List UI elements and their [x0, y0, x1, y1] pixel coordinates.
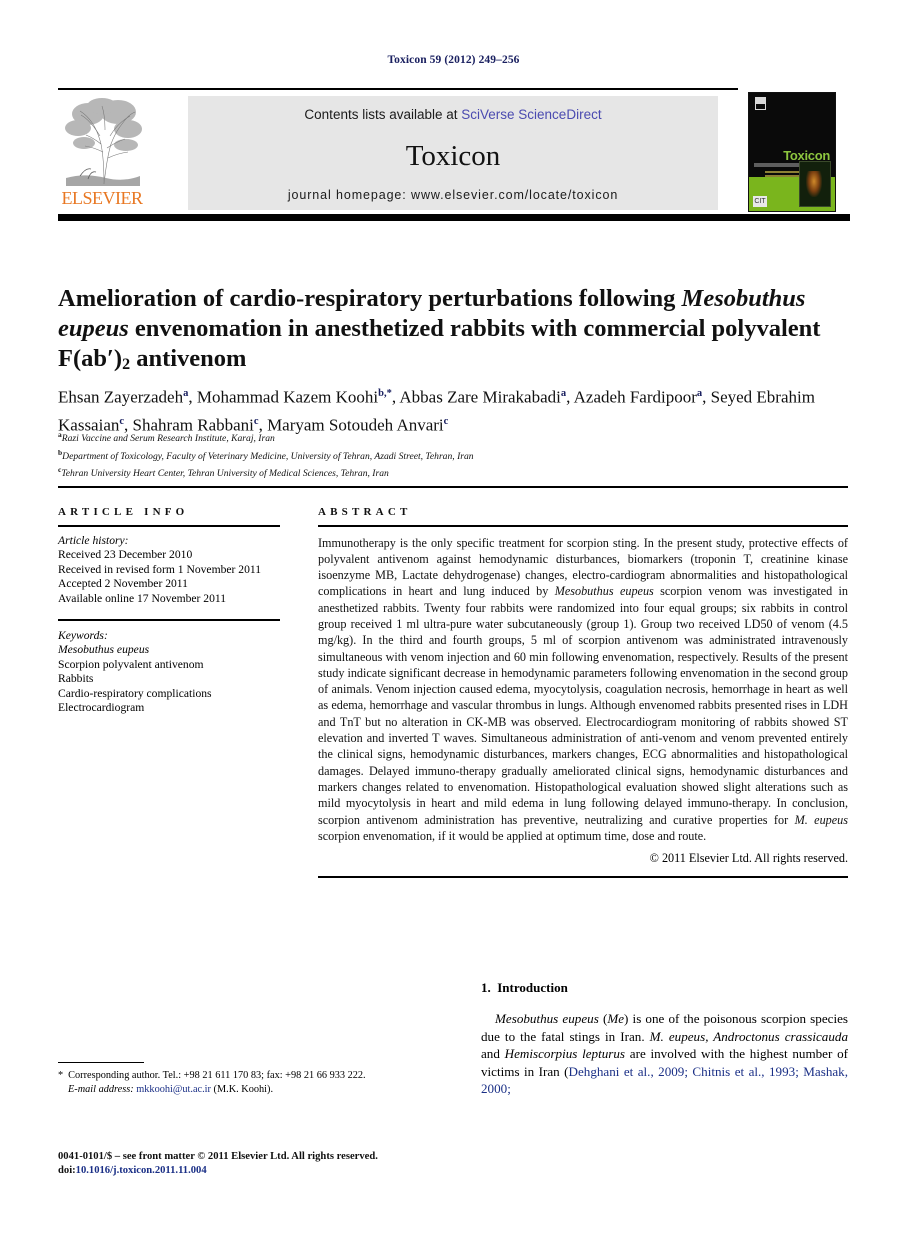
author-sep: ,	[566, 387, 574, 407]
author-sep: ,	[702, 387, 711, 407]
keyword-item: Rabbits	[58, 672, 94, 685]
abstract-segment-3: scorpion envenomation, if it would be ap…	[318, 828, 707, 843]
abstract-text: Immunotherapy is the only specific treat…	[318, 535, 848, 845]
elsevier-logo: ELSEVIER	[58, 96, 146, 210]
doi-label: doi:	[58, 1165, 76, 1176]
author-affil-mark: b,*	[378, 388, 392, 399]
author-name: Azadeh Fardipoor	[573, 387, 697, 407]
corresponding-author-footnote: * Corresponding author. Tel.: +98 21 611 …	[58, 1062, 448, 1096]
article-info-column: ARTICLE INFO Article history: Received 2…	[58, 506, 280, 716]
intro-species-1: Mesobuthus eupeus	[495, 1011, 599, 1026]
page-title: Amelioration of cardio-respiratory pertu…	[58, 284, 848, 380]
journal-cover-thumbnail: Toxicon CIT	[748, 92, 836, 212]
affiliation-text: Razi Vaccine and Serum Research Institut…	[61, 433, 275, 445]
footnote-email-owner: (M.K. Koohi).	[213, 1083, 274, 1095]
keyword-item: Electrocardiogram	[58, 701, 145, 714]
introduction-section: 1. Introduction Mesobuthus eupeus (Me) i…	[481, 980, 848, 1098]
author-affil-mark: c	[443, 415, 449, 427]
section-divider-rule	[58, 486, 848, 488]
masthead-bottom-rule	[58, 214, 850, 221]
author-name: Abbas Zare Mirakabadi	[399, 387, 561, 407]
article-history-item: Available online 17 November 2011	[58, 591, 227, 605]
running-head: Toxicon 59 (2012) 249–256	[387, 54, 520, 66]
keyword-item: Mesobuthus eupeus	[58, 643, 150, 656]
keyword-item: Scorpion polyvalent antivenom	[58, 657, 204, 671]
cover-badge: CIT	[753, 196, 767, 207]
author-name: Mohammad Kazem Koohi	[196, 387, 379, 407]
doi-link[interactable]: 10.1016/j.toxicon.2011.11.004	[76, 1165, 207, 1176]
article-history-item: Received in revised form 1 November 2011	[58, 562, 262, 576]
paper-page: Toxicon 59 (2012) 249–256 ELSEVIER Conte…	[0, 0, 907, 1238]
affiliation-item: aRazi Vaccine and Serum Research Institu…	[58, 428, 858, 446]
intro-species-2: M. eupeus, Androctonus crassicauda	[649, 1028, 848, 1044]
cover-emblem-icon	[755, 97, 766, 110]
elsevier-wordmark: ELSEVIER	[61, 188, 144, 208]
footnote-corresponding-line: * Corresponding author. Tel.: +98 21 611 …	[58, 1069, 448, 1082]
title-segment-3: )	[113, 345, 123, 373]
intro-abbrev: Me	[607, 1011, 625, 1026]
affiliation-list: aRazi Vaccine and Serum Research Institu…	[58, 428, 858, 481]
keywords-rule	[58, 619, 280, 621]
contents-available-line: Contents lists available at SciVerse Sci…	[188, 107, 718, 122]
footnote-star-mark: *	[58, 1070, 64, 1082]
title-segment-4: antivenom	[130, 345, 247, 373]
footnote-email-label: E-mail address:	[68, 1083, 134, 1095]
keyword-item: Cardio-respiratory complications	[58, 686, 212, 700]
affiliation-text: Department of Toxicology, Faculty of Vet…	[62, 450, 474, 462]
imprint-doi-line: doi:10.1016/j.toxicon.2011.11.004	[58, 1164, 478, 1178]
title-prime: ′	[107, 345, 114, 373]
abstract-species-1: Mesobuthus eupeus	[554, 584, 654, 599]
elsevier-tree-icon	[60, 96, 144, 186]
affiliation-text: Tehran University Heart Center, Tehran U…	[61, 468, 389, 480]
abstract-rule	[318, 525, 848, 527]
article-history-item: Accepted 2 November 2011	[58, 577, 188, 590]
article-history-item: Received 23 December 2010	[58, 548, 193, 561]
footnote-corresponding-text: Corresponding author. Tel.: +98 21 611 1…	[68, 1070, 366, 1082]
footnote-rule	[58, 1062, 144, 1064]
journal-homepage-link[interactable]: journal homepage: www.elsevier.com/locat…	[188, 188, 718, 202]
title-segment-1: Amelioration of cardio-respiratory pertu…	[58, 285, 682, 313]
footnote-email-line: E-mail address: mkkoohi@ut.ac.ir (M.K. K…	[58, 1083, 448, 1096]
journal-title: Toxicon	[405, 140, 501, 172]
abstract-species-2: M. eupeus	[794, 812, 849, 827]
abstract-heading: ABSTRACT	[318, 506, 412, 518]
intro-species-3: Hemiscorpius lepturus	[504, 1046, 626, 1062]
introduction-heading-text: Introduction	[497, 980, 568, 995]
keywords-block: Keywords: Mesobuthus eupeus Scorpion pol…	[58, 629, 280, 716]
article-info-rule	[58, 525, 280, 527]
article-history-label: Article history:	[58, 533, 129, 547]
article-history-block: Article history: Received 23 December 20…	[58, 534, 280, 607]
introduction-paragraph: Mesobuthus eupeus (Me) is one of the poi…	[481, 1010, 848, 1098]
masthead-top-rule	[58, 88, 738, 90]
article-info-heading: ARTICLE INFO	[58, 506, 189, 518]
imprint-block: 0041-0101/$ – see front matter © 2011 El…	[58, 1150, 478, 1178]
footnote-email-link[interactable]: mkkoohi@ut.ac.ir	[136, 1084, 211, 1095]
affiliation-item: bDepartment of Toxicology, Faculty of Ve…	[58, 446, 858, 464]
abstract-copyright: © 2011 Elsevier Ltd. All rights reserved…	[649, 851, 848, 866]
abstract-bottom-rule	[318, 876, 848, 878]
introduction-number: 1.	[481, 980, 491, 995]
abstract-segment-2: scorpion venom was investigated in anest…	[318, 584, 849, 827]
contents-prefix: Contents lists available at	[304, 107, 462, 122]
author-name: Ehsan Zayerzadeh	[58, 387, 184, 407]
imprint-issn-line: 0041-0101/$ – see front matter © 2011 El…	[58, 1151, 378, 1162]
author-sep: ,	[188, 387, 197, 407]
abstract-column: ABSTRACT Immunotherapy is the only speci…	[318, 506, 848, 878]
keywords-label: Keywords:	[58, 628, 108, 642]
sciencedirect-link[interactable]: SciVerse ScienceDirect	[461, 107, 601, 122]
cover-scorpion-photo	[799, 161, 831, 207]
introduction-heading: 1. Introduction	[481, 980, 848, 996]
journal-masthead: ELSEVIER Contents lists available at Sci…	[58, 88, 850, 221]
masthead-gray-band: Contents lists available at SciVerse Sci…	[188, 96, 718, 210]
title-subscript: 2	[122, 356, 131, 374]
intro-seg-3: and	[481, 1046, 505, 1062]
affiliation-item: cTehran University Heart Center, Tehran …	[58, 463, 858, 481]
